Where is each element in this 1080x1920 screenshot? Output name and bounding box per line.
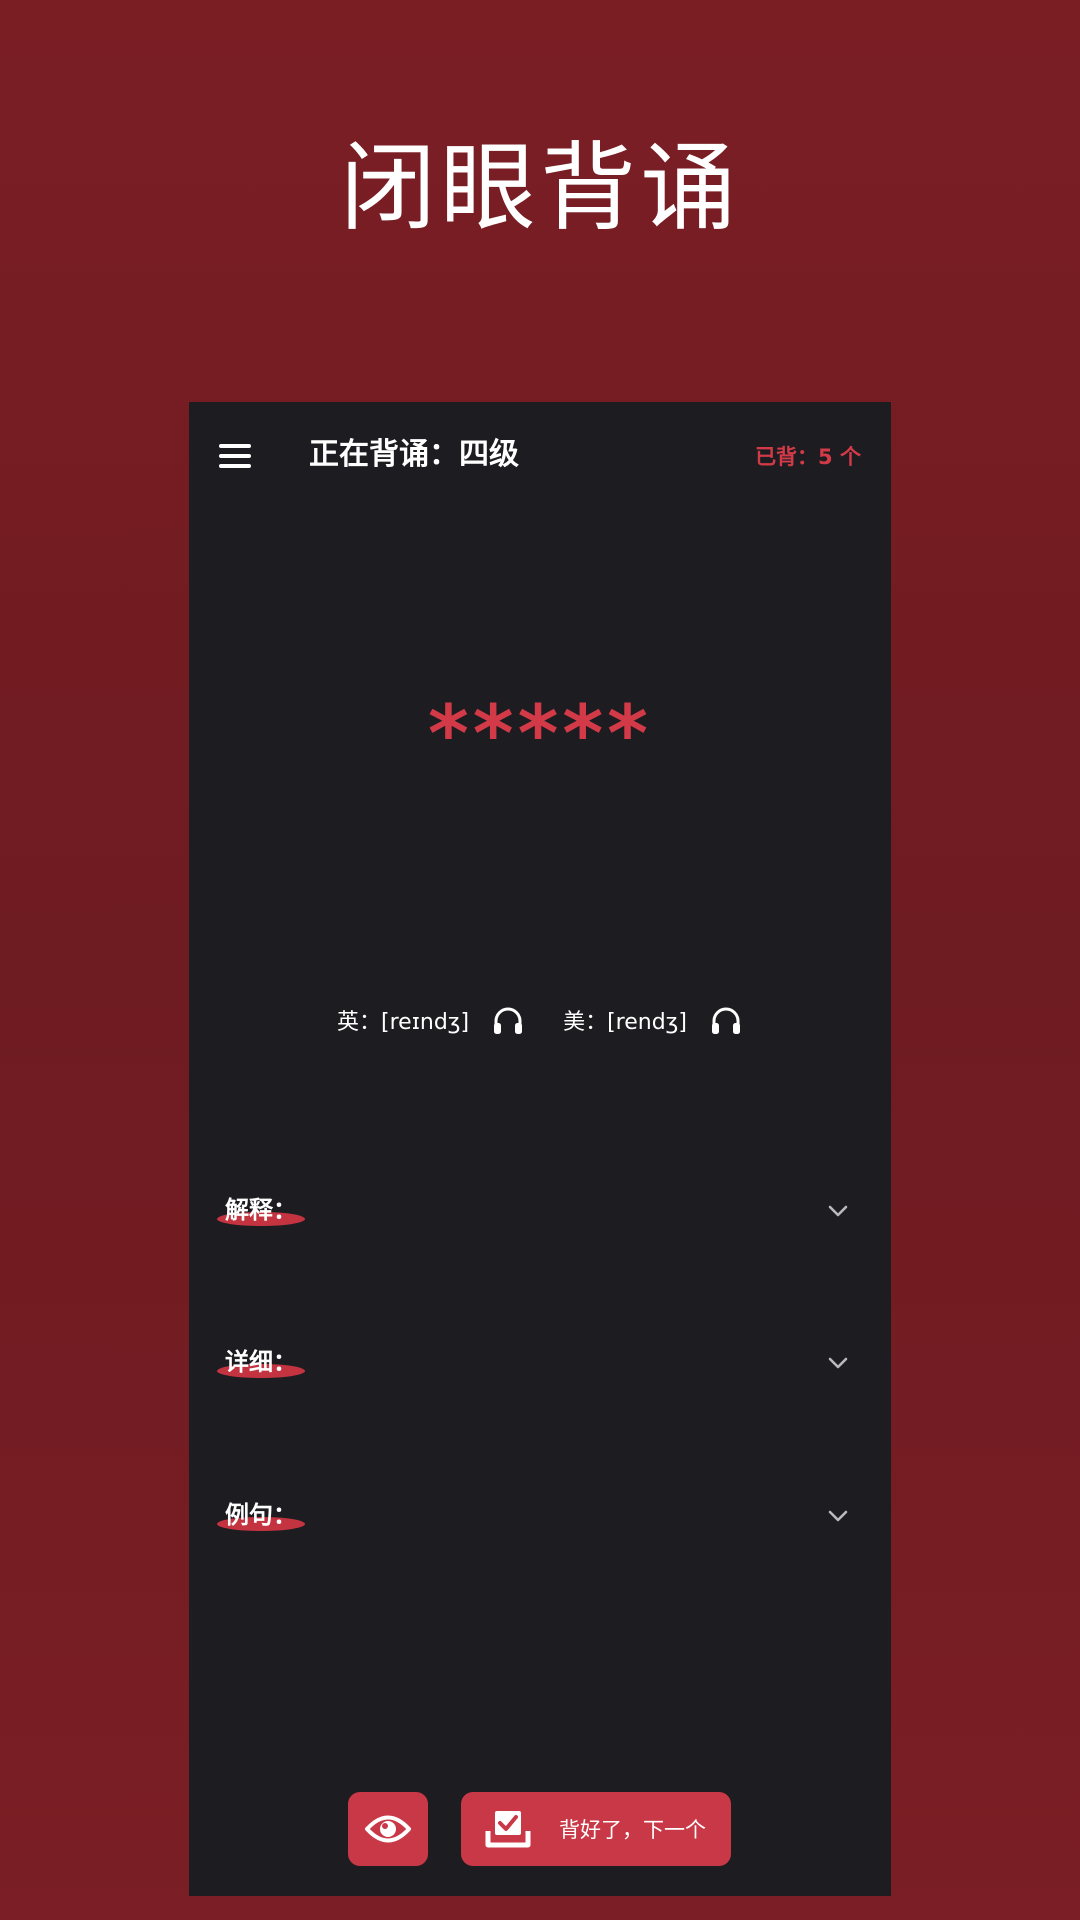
headphone-icon[interactable] — [491, 1003, 525, 1037]
section-example[interactable]: 例句： — [217, 1495, 863, 1539]
checkbox-tray-icon — [485, 1811, 531, 1848]
chevron-down-icon[interactable] — [825, 1503, 851, 1529]
section-label: 例句： — [225, 1501, 297, 1529]
menu-icon[interactable] — [219, 440, 251, 472]
masked-word: ***** — [428, 690, 652, 780]
reveal-word-button[interactable] — [348, 1792, 428, 1866]
next-button-label: 背好了，下一个 — [559, 1818, 706, 1842]
progress-counter: 已背：5 个 — [755, 445, 861, 469]
section-explanation[interactable]: 解释： — [217, 1190, 863, 1234]
uk-phonetic: 英：[reɪndʒ] — [337, 1010, 470, 1035]
eye-icon — [365, 1815, 411, 1843]
header-title: 正在背诵：四级 — [309, 437, 519, 472]
next-word-button[interactable]: 背好了，下一个 — [461, 1792, 731, 1866]
pronunciation-row: 英：[reɪndʒ] 美：[rendʒ] — [189, 998, 891, 1042]
us-pronunciation: 美：[rendʒ] — [563, 1003, 743, 1037]
headphone-icon[interactable] — [709, 1003, 743, 1037]
section-label: 详细： — [225, 1348, 297, 1376]
page-heading: 闭眼背诵 — [340, 132, 740, 244]
chevron-down-icon[interactable] — [825, 1198, 851, 1224]
section-label: 解释： — [225, 1196, 297, 1224]
app-screen: 正在背诵：四级 已背：5 个 ***** 英：[reɪndʒ] 美：[rendʒ… — [189, 402, 891, 1896]
uk-pronunciation: 英：[reɪndʒ] — [337, 1003, 525, 1037]
chevron-down-icon[interactable] — [825, 1350, 851, 1376]
us-phonetic: 美：[rendʒ] — [563, 1010, 687, 1035]
section-detail[interactable]: 详细： — [217, 1342, 863, 1386]
